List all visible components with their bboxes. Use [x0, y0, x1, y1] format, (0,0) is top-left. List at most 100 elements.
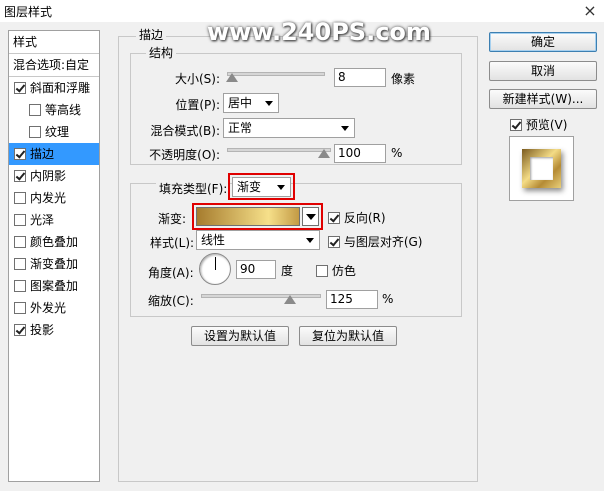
- dither-check-box[interactable]: [316, 265, 328, 277]
- close-icon[interactable]: ×: [580, 1, 600, 21]
- style-list-item-label: 斜面和浮雕: [30, 81, 91, 95]
- size-input[interactable]: 8: [334, 68, 386, 87]
- chevron-down-icon: [265, 101, 273, 106]
- styles-list: 样式 混合选项:自定 斜面和浮雕等高线纹理描边内阴影内发光光泽颜色叠加渐变叠加图…: [8, 30, 100, 482]
- style-checkbox[interactable]: [14, 214, 26, 226]
- style-list-item[interactable]: 纹理: [9, 121, 99, 143]
- angle-input[interactable]: 90: [236, 260, 276, 279]
- style-list-item[interactable]: 等高线: [9, 99, 99, 121]
- gradient-label: 渐变:: [158, 212, 187, 226]
- style-list-item[interactable]: 内发光: [9, 187, 99, 209]
- style-list-item[interactable]: 渐变叠加: [9, 253, 99, 275]
- style-list-item[interactable]: 内阴影: [9, 165, 99, 187]
- style-checkbox[interactable]: [29, 104, 41, 116]
- angle-dial-needle: [215, 257, 216, 270]
- gradient-style-select[interactable]: 线性: [196, 230, 320, 250]
- align-label: 与图层对齐(G): [343, 235, 423, 249]
- fill-type-label: 填充类型(F):: [156, 180, 231, 197]
- align-with-layer-checkbox[interactable]: 与图层对齐(G): [328, 233, 423, 250]
- size-slider[interactable]: [227, 72, 325, 76]
- fill-type-select[interactable]: 渐变: [232, 177, 291, 197]
- reverse-checkbox[interactable]: 反向(R): [328, 209, 386, 226]
- chevron-down-icon: [306, 238, 314, 243]
- style-checkbox[interactable]: [14, 280, 26, 292]
- reset-default-button[interactable]: 复位为默认值: [299, 326, 397, 346]
- style-checkbox[interactable]: [14, 302, 26, 314]
- chevron-down-icon: [306, 214, 316, 220]
- opacity-slider[interactable]: [227, 148, 331, 152]
- style-checkbox[interactable]: [14, 236, 26, 248]
- position-select[interactable]: 居中: [223, 93, 279, 113]
- style-checkbox[interactable]: [14, 82, 26, 94]
- style-list-item[interactable]: 光泽: [9, 209, 99, 231]
- angle-dial[interactable]: [199, 253, 231, 285]
- style-list-item-label: 颜色叠加: [30, 235, 79, 249]
- window-title: 图层样式: [4, 5, 53, 19]
- dither-checkbox[interactable]: 仿色: [316, 262, 356, 279]
- preview-frame: [522, 149, 561, 188]
- style-list-item-label: 渐变叠加: [30, 257, 79, 271]
- style-list-item-label: 内发光: [30, 191, 67, 205]
- style-list-item-label: 图案叠加: [30, 279, 79, 293]
- preview-check-box[interactable]: [510, 119, 522, 131]
- preview-frame-inner: [530, 157, 553, 180]
- dither-label: 仿色: [331, 264, 356, 278]
- chevron-down-icon: [277, 185, 285, 190]
- style-checkbox[interactable]: [14, 148, 26, 160]
- fill-type-select-value: 渐变: [237, 180, 262, 194]
- gradient-dropdown[interactable]: [302, 207, 319, 226]
- align-check-box[interactable]: [328, 236, 340, 248]
- set-default-button[interactable]: 设置为默认值: [191, 326, 289, 346]
- style-list-item-label: 光泽: [30, 213, 55, 227]
- reverse-label: 反向(R): [343, 211, 386, 225]
- size-label: 大小(S):: [174, 72, 220, 86]
- blend-mode-select-value: 正常: [228, 121, 253, 135]
- style-list-item[interactable]: 外发光: [9, 297, 99, 319]
- new-style-button[interactable]: 新建样式(W)...: [489, 89, 597, 109]
- opacity-label: 不透明度(O):: [149, 148, 220, 162]
- style-list-item[interactable]: 颜色叠加: [9, 231, 99, 253]
- style-checkbox[interactable]: [14, 258, 26, 270]
- preview-checkbox[interactable]: 预览(V): [510, 116, 567, 133]
- blend-mode-label: 混合模式(B):: [150, 124, 220, 138]
- chevron-down-icon: [341, 126, 349, 131]
- scale-unit: %: [382, 292, 394, 306]
- ok-button[interactable]: 确定: [489, 32, 597, 52]
- scale-slider[interactable]: [201, 294, 321, 298]
- stroke-group-title: 描边: [136, 26, 167, 43]
- size-slider-thumb[interactable]: [226, 73, 238, 82]
- style-list-item[interactable]: 斜面和浮雕: [9, 77, 99, 99]
- cancel-button[interactable]: 取消: [489, 61, 597, 81]
- style-list-item-label: 等高线: [45, 103, 82, 117]
- style-checkbox[interactable]: [14, 170, 26, 182]
- preview-swatch: [509, 136, 574, 201]
- size-unit: 像素: [391, 72, 416, 86]
- style-checkbox[interactable]: [29, 126, 41, 138]
- angle-label: 角度(A):: [148, 266, 194, 280]
- style-list-item-label: 纹理: [45, 125, 70, 139]
- style-list-item-label: 描边: [30, 147, 55, 161]
- position-select-value: 居中: [228, 96, 253, 110]
- opacity-unit: %: [391, 146, 403, 160]
- style-label: 样式(L):: [150, 236, 195, 250]
- gradient-style-select-value: 线性: [201, 233, 226, 247]
- scale-slider-thumb[interactable]: [284, 295, 296, 304]
- styles-list-header[interactable]: 样式: [9, 31, 99, 53]
- style-list-item[interactable]: 描边: [9, 143, 99, 165]
- style-checkbox[interactable]: [14, 324, 26, 336]
- style-list-item-label: 投影: [30, 323, 55, 337]
- blend-mode-select[interactable]: 正常: [223, 118, 355, 138]
- reverse-check-box[interactable]: [328, 212, 340, 224]
- scale-input[interactable]: 125: [326, 290, 378, 309]
- position-label: 位置(P):: [175, 98, 220, 112]
- opacity-input[interactable]: 100: [334, 144, 386, 163]
- style-list-item[interactable]: 投影: [9, 319, 99, 341]
- watermark-text: www.240PS.com: [207, 18, 431, 46]
- angle-unit: 度: [281, 264, 294, 278]
- gradient-swatch[interactable]: [196, 207, 300, 226]
- style-list-item[interactable]: 图案叠加: [9, 275, 99, 297]
- style-checkbox[interactable]: [14, 192, 26, 204]
- scale-label: 缩放(C):: [148, 294, 194, 308]
- blend-options-item[interactable]: 混合选项:自定: [9, 54, 99, 76]
- opacity-slider-thumb[interactable]: [318, 149, 330, 158]
